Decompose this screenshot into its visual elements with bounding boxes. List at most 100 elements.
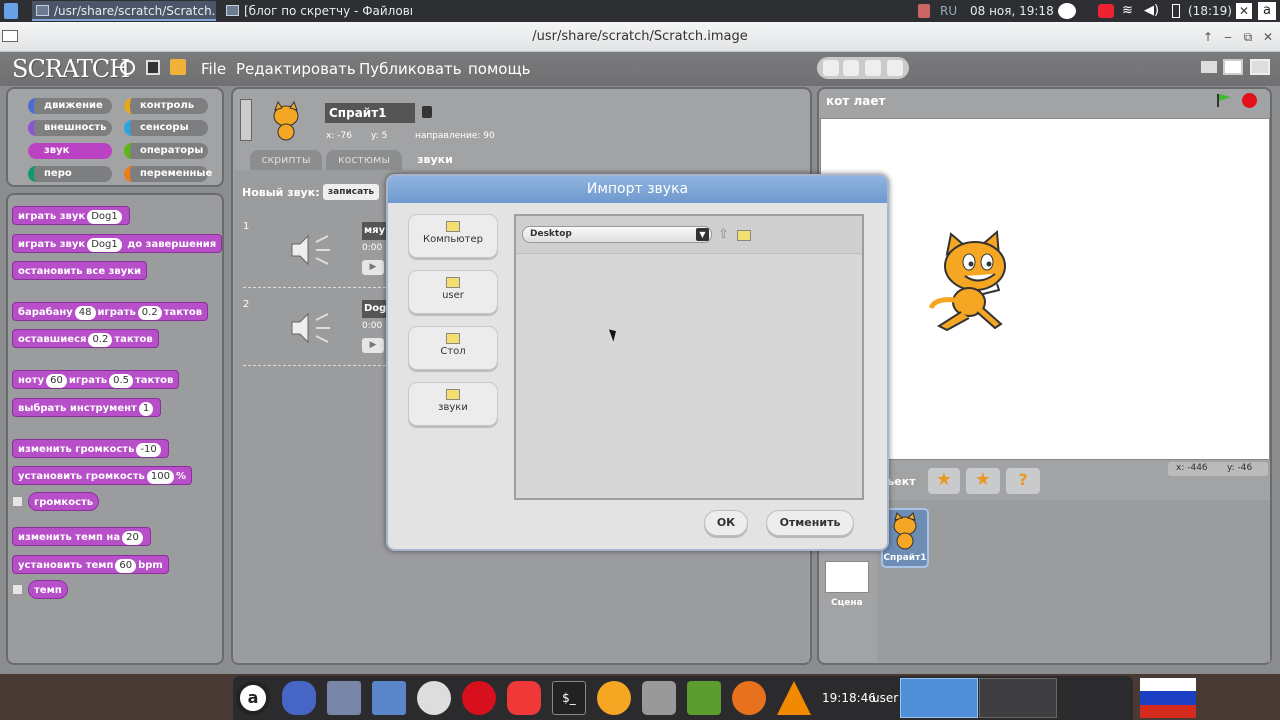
- network-icon[interactable]: [918, 4, 930, 18]
- category-pen[interactable]: перо: [28, 166, 112, 182]
- record-button[interactable]: записать: [323, 184, 379, 200]
- beats-input[interactable]: 0.5: [109, 374, 133, 388]
- place-desktop[interactable]: Стол: [408, 326, 498, 370]
- chip-icon[interactable]: [687, 681, 721, 715]
- block-tempo[interactable]: темп: [28, 580, 68, 599]
- datetime[interactable]: 08 ноя, 19:18: [970, 3, 1054, 19]
- new-folder-icon[interactable]: [737, 230, 751, 241]
- menu-share[interactable]: Публиковать: [359, 60, 462, 78]
- shade-icon[interactable]: ↑: [1200, 29, 1216, 45]
- tab-costumes[interactable]: костюмы: [326, 150, 402, 170]
- tab-sounds[interactable]: звуки: [406, 150, 464, 170]
- scratch-icon[interactable]: [597, 681, 631, 715]
- block-play-drum[interactable]: барабану 48 играть 0.2 тактов: [12, 302, 209, 321]
- beats-input[interactable]: 0.2: [88, 333, 113, 347]
- vivaldi-icon[interactable]: [507, 681, 541, 715]
- speaker-icon[interactable]: [290, 310, 336, 349]
- volume-checkbox[interactable]: [12, 496, 23, 507]
- small-stage-icon[interactable]: [1201, 61, 1217, 73]
- brightness-icon[interactable]: [1058, 3, 1076, 19]
- volume-icon[interactable]: ◀): [1144, 3, 1159, 18]
- russian-flag-icon[interactable]: [1140, 678, 1196, 718]
- cancel-button[interactable]: Отменить: [766, 510, 854, 536]
- app-menu-icon[interactable]: [4, 3, 18, 19]
- parent-folder-icon[interactable]: ⇧: [718, 227, 729, 242]
- menu-file[interactable]: File: [201, 60, 226, 78]
- beats-input[interactable]: 0.2: [137, 306, 162, 320]
- audio-headphones-icon[interactable]: [282, 681, 316, 715]
- terminal-icon[interactable]: $_: [552, 681, 586, 715]
- opera-icon[interactable]: [462, 681, 496, 715]
- block-play-note[interactable]: ноту 60 играть 0.5 тактов: [12, 370, 180, 389]
- maximize-icon[interactable]: ⧉: [1240, 29, 1256, 45]
- block-set-volume[interactable]: установить громкость 100%: [12, 466, 192, 485]
- place-computer[interactable]: Компьютер: [408, 214, 498, 258]
- instrument-input[interactable]: 1: [138, 402, 154, 416]
- tempo-input[interactable]: 60: [115, 559, 137, 573]
- stage-thumbnail[interactable]: [825, 561, 869, 593]
- delete-icon[interactable]: [843, 60, 859, 76]
- rotation-buttons[interactable]: [240, 99, 252, 141]
- grow-icon[interactable]: [865, 60, 881, 76]
- window-thumb-files[interactable]: [979, 678, 1057, 718]
- close-icon[interactable]: ✕: [1260, 29, 1276, 45]
- duplicate-icon[interactable]: [823, 60, 839, 76]
- window-menu-icon[interactable]: [2, 30, 18, 42]
- category-motion[interactable]: движение: [28, 98, 112, 114]
- battery-icon[interactable]: [1172, 4, 1180, 18]
- tempo-checkbox[interactable]: [12, 584, 23, 595]
- paint-sprite-button[interactable]: ★: [928, 468, 960, 494]
- block-volume[interactable]: громкость: [28, 492, 100, 511]
- category-operators[interactable]: операторы: [124, 143, 208, 159]
- path-dropdown[interactable]: Desktop ▼: [522, 226, 712, 243]
- tempo-input[interactable]: 20: [122, 531, 143, 545]
- sound-dropdown[interactable]: Dog1: [87, 238, 122, 252]
- category-control[interactable]: контроль: [124, 98, 208, 114]
- calculator-icon[interactable]: [327, 681, 361, 715]
- block-play-sound[interactable]: играть звук Dog1: [12, 206, 130, 225]
- category-sensing[interactable]: сенсоры: [124, 120, 208, 136]
- sound-dropdown[interactable]: Dog1: [87, 210, 122, 224]
- play-button[interactable]: ▶: [362, 338, 384, 353]
- choose-sprite-button[interactable]: ★: [966, 468, 1000, 494]
- category-sound[interactable]: звук: [28, 143, 112, 159]
- drum-input[interactable]: 48: [74, 306, 96, 320]
- window-thumb-scratch[interactable]: [900, 678, 978, 718]
- green-flag-icon[interactable]: [1216, 93, 1232, 107]
- note-input[interactable]: 60: [46, 374, 67, 388]
- vlc-icon[interactable]: [777, 681, 811, 715]
- globe-icon[interactable]: [120, 60, 135, 75]
- minimize-icon[interactable]: ‒: [1220, 29, 1236, 45]
- system-monitor-icon[interactable]: [372, 681, 406, 715]
- rabbit-icon[interactable]: [417, 681, 451, 715]
- play-button[interactable]: ▶: [362, 260, 384, 275]
- block-change-tempo[interactable]: изменить темп на 20: [12, 527, 151, 546]
- sound-name[interactable]: мяу: [362, 222, 388, 240]
- close-session-icon[interactable]: ✕: [1236, 3, 1252, 19]
- share-icon[interactable]: [170, 59, 186, 75]
- sprite-name-field[interactable]: Спрайт1: [325, 103, 415, 123]
- normal-stage-icon[interactable]: [1223, 59, 1243, 75]
- ok-button[interactable]: ОК: [704, 510, 748, 536]
- volume-input[interactable]: -10: [136, 443, 161, 457]
- place-sounds[interactable]: звуки: [408, 382, 498, 426]
- block-play-sound-until[interactable]: играть звук Dog1 до завершения: [12, 234, 223, 253]
- speaker-icon[interactable]: [290, 232, 336, 271]
- block-stop-all-sounds[interactable]: остановить все звуки: [12, 261, 148, 280]
- menu-edit[interactable]: Редактировать: [236, 60, 356, 78]
- category-variables[interactable]: переменные: [124, 166, 212, 182]
- block-set-tempo[interactable]: установить темп 60 bpm: [12, 555, 169, 574]
- block-set-instrument[interactable]: выбрать инструмент 1: [12, 398, 162, 417]
- amarok-icon[interactable]: a: [236, 681, 270, 715]
- keyboard-layout[interactable]: a: [1258, 2, 1276, 20]
- camera-icon[interactable]: [642, 681, 676, 715]
- task-file-manager[interactable]: [блог по скретчу - Файловы...: [222, 1, 412, 21]
- tab-scripts[interactable]: скрипты: [250, 150, 322, 170]
- category-looks[interactable]: внешность: [28, 120, 112, 136]
- wifi-icon[interactable]: ≋: [1122, 3, 1133, 18]
- block-change-volume[interactable]: изменить громкость -10: [12, 439, 169, 458]
- presentation-icon[interactable]: [1250, 59, 1270, 75]
- lang-indicator[interactable]: RU: [940, 3, 957, 19]
- random-sprite-button[interactable]: ?: [1006, 468, 1040, 494]
- place-user[interactable]: user: [408, 270, 498, 314]
